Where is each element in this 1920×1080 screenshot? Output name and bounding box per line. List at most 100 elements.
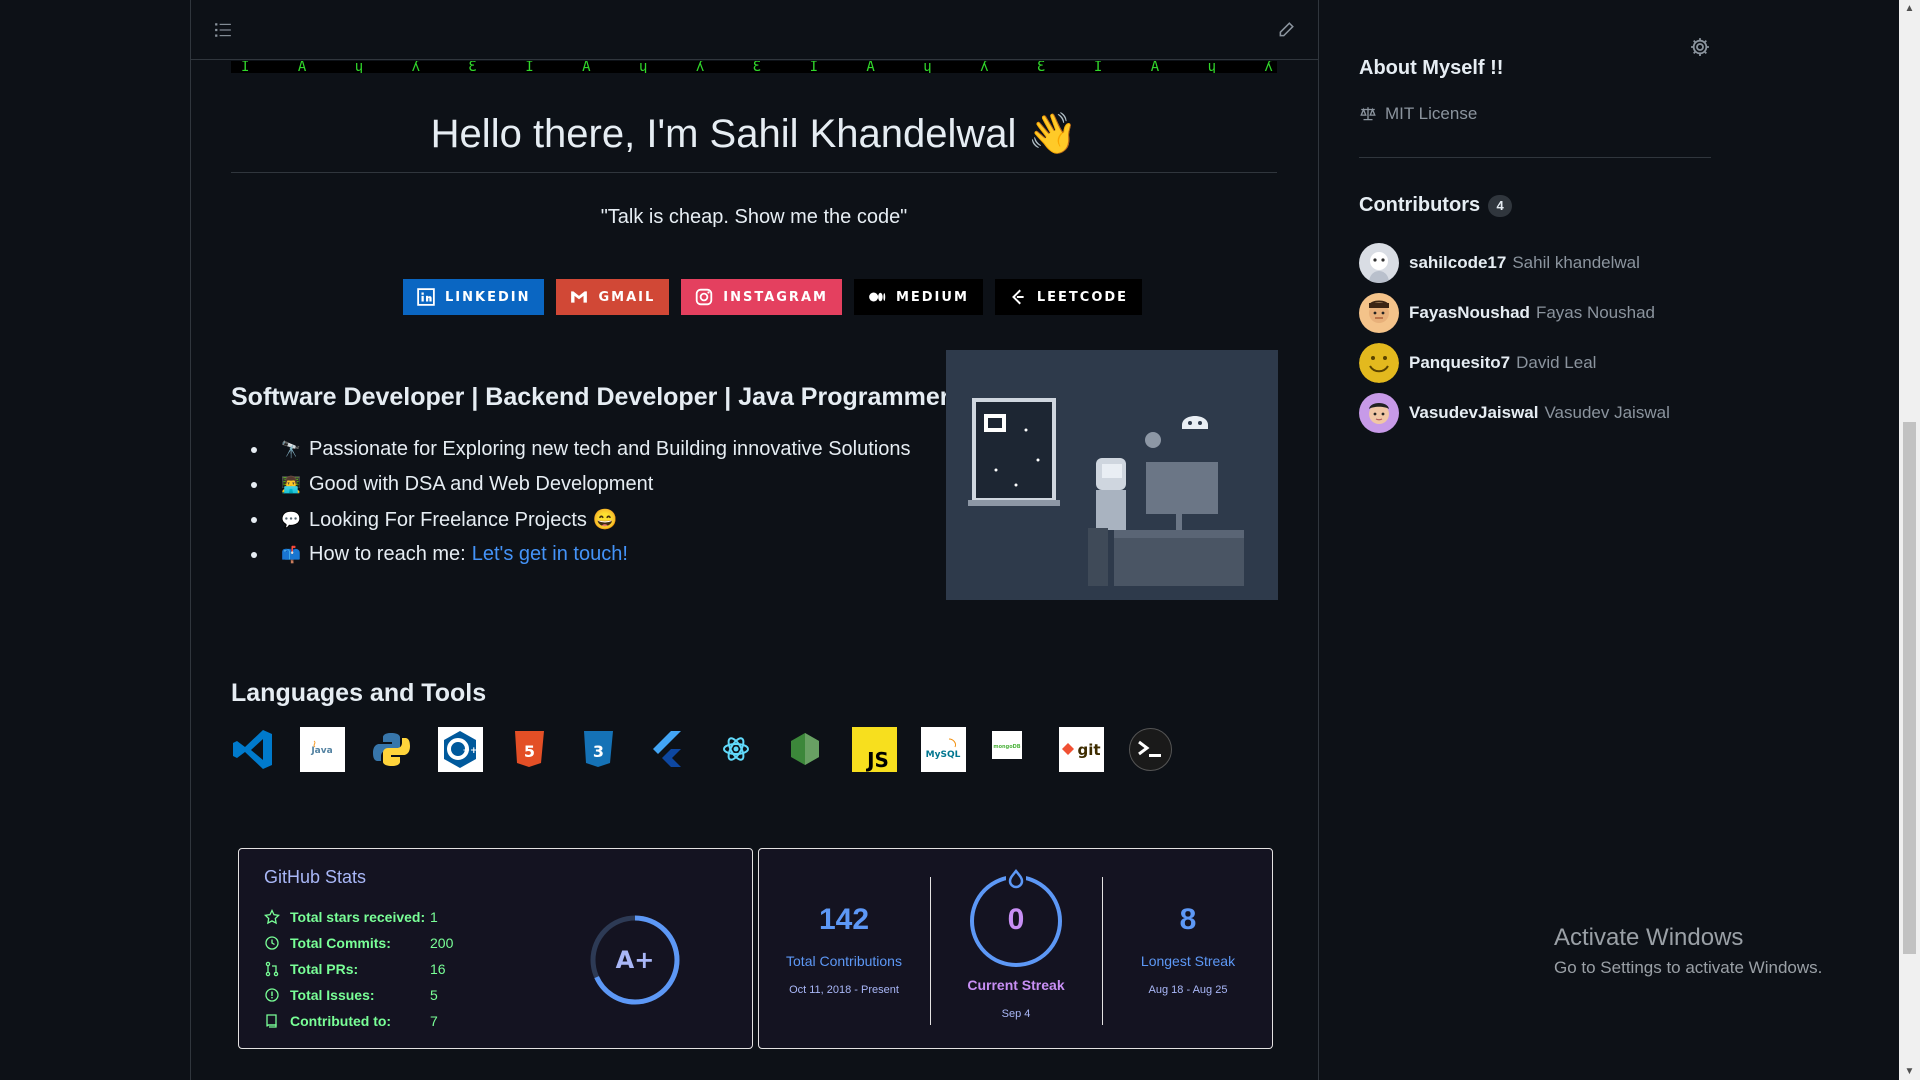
react-icon bbox=[714, 727, 759, 772]
svg-text:MySQL: MySQL bbox=[926, 750, 961, 760]
list-item: 💬 Looking For Freelance Projects 😄 bbox=[231, 502, 910, 537]
contributor-login: FayasNoushad bbox=[1409, 303, 1530, 322]
edit-pencil-icon[interactable] bbox=[1274, 18, 1298, 42]
longest-streak-range: Aug 18 - Aug 25 bbox=[1148, 984, 1228, 996]
coding-illustration bbox=[946, 350, 1278, 600]
readme-title: Hello there, I'm Sahil Khandelwal 👋 bbox=[430, 112, 1078, 156]
list-item-text: How to reach me: bbox=[309, 543, 466, 565]
activate-windows-watermark: Activate Windows Go to Settings to activ… bbox=[1554, 924, 1822, 978]
rank-circle: A+ bbox=[589, 914, 681, 1006]
contributor-login: VasudevJaiswal bbox=[1409, 403, 1539, 422]
stat-value: 1 bbox=[430, 909, 438, 925]
title-divider bbox=[231, 172, 1277, 173]
gear-icon[interactable] bbox=[1689, 36, 1711, 63]
tools-list: Java ++ 5 3 JS MySQL mongoDB git bbox=[231, 727, 1173, 772]
vscode-icon bbox=[231, 727, 276, 772]
svg-text:Java: Java bbox=[310, 746, 332, 756]
pull-request-icon bbox=[265, 961, 279, 977]
contributor-login: Panquesito7 bbox=[1409, 353, 1511, 372]
contact-link[interactable]: Let's get in touch! bbox=[472, 543, 628, 566]
linkedin-icon bbox=[417, 288, 435, 306]
list-item: 🔭 Passionate for Exploring new tech and B… bbox=[231, 432, 910, 467]
longest-streak: 8 Longest Streak Aug 18 - Aug 25 bbox=[1103, 849, 1273, 1050]
current-streak: 0 Current Streak Sep 4 bbox=[931, 849, 1101, 1050]
scroll-down-arrow-icon[interactable]: ▼ bbox=[1899, 1063, 1920, 1080]
current-streak-date: Sep 4 bbox=[1001, 1008, 1031, 1020]
gmail-badge[interactable]: GMAIL bbox=[556, 279, 670, 315]
contributor-row[interactable]: VasudevJaiswal Vasudev Jaiswal bbox=[1359, 388, 1670, 438]
contributor-name: Sahil khandelwal bbox=[1512, 253, 1640, 272]
stat-label: Total Issues: bbox=[290, 987, 375, 1003]
role-subheading: Software Developer | Backend Developer |… bbox=[231, 383, 950, 411]
contributors-heading[interactable]: Contributors 4 bbox=[1359, 194, 1513, 217]
total-contributions: 142 Total Contributions Oct 11, 2018 - P… bbox=[759, 849, 929, 1050]
table-of-contents-icon[interactable] bbox=[211, 18, 235, 42]
contributor-row[interactable]: sahilcode17 Sahil khandelwal bbox=[1359, 238, 1670, 288]
contributors-count: 4 bbox=[1488, 194, 1513, 217]
svg-text:3: 3 bbox=[593, 742, 604, 761]
svg-text:JS: JS bbox=[865, 748, 889, 772]
list-item: 👨‍💻 Good with DSA and Web Development bbox=[231, 467, 910, 502]
gmail-badge-label: GMAIL bbox=[598, 289, 656, 305]
star-icon bbox=[264, 909, 280, 925]
svg-text:++: ++ bbox=[462, 746, 477, 756]
telescope-icon: 🔭 bbox=[281, 441, 301, 459]
readme-header bbox=[191, 0, 1318, 60]
instagram-badge[interactable]: INSTAGRAM bbox=[681, 279, 842, 315]
svg-text:git: git bbox=[1077, 741, 1100, 759]
avatar bbox=[1359, 243, 1399, 283]
license-link[interactable]: MIT License bbox=[1359, 104, 1477, 124]
css3-icon: 3 bbox=[576, 727, 621, 772]
activate-windows-subtitle: Go to Settings to activate Windows. bbox=[1554, 958, 1823, 977]
matrix-banner: I A ɥ ʎ Ɛ I A ɥ ʎ Ɛ I A ɥ ʎ Ɛ I A ɥ ʎ Ɛ … bbox=[231, 61, 1277, 73]
intro-list: 🔭 Passionate for Exploring new tech and B… bbox=[231, 432, 910, 572]
contributor-row[interactable]: FayasNoushad Fayas Noushad bbox=[1359, 288, 1670, 338]
contributor-login: sahilcode17 bbox=[1409, 253, 1507, 272]
social-badges: LINKEDIN GMAIL INSTAGRAM MEDIUM LEETCODE bbox=[403, 279, 1143, 315]
avatar bbox=[1359, 343, 1399, 383]
total-contributions-range: Oct 11, 2018 - Present bbox=[789, 984, 899, 996]
list-item-text: Good with DSA and Web Development bbox=[309, 473, 654, 495]
avatar bbox=[1359, 293, 1399, 333]
linkedin-badge-label: LINKEDIN bbox=[445, 289, 531, 305]
flutter-icon bbox=[645, 727, 690, 772]
about-title: About Myself !! bbox=[1359, 57, 1504, 79]
contributor-row[interactable]: Panquesito7 David Leal bbox=[1359, 338, 1670, 388]
list-item: 📫 How to reach me: Let's get in touch! bbox=[231, 537, 910, 572]
total-contributions-value: 142 bbox=[818, 903, 870, 936]
github-stats-title: GitHub Stats bbox=[264, 867, 367, 887]
leetcode-badge-label: LEETCODE bbox=[1036, 289, 1129, 305]
mongodb-icon: mongoDB bbox=[990, 727, 1035, 772]
medium-badge-label: MEDIUM bbox=[895, 289, 969, 305]
github-stats-rows: Total stars received: 1 Total Commits: 2… bbox=[264, 904, 453, 1034]
scrollbar-thumb[interactable] bbox=[1903, 422, 1916, 954]
stat-label: Contributed to: bbox=[290, 1013, 392, 1029]
stat-label: Total stars received: bbox=[290, 909, 426, 925]
page-scrollbar[interactable]: ▲ ▼ bbox=[1899, 0, 1920, 1080]
leetcode-badge[interactable]: LEETCODE bbox=[994, 279, 1143, 315]
stat-row-contributed: Contributed to: 7 bbox=[264, 1008, 453, 1034]
activate-windows-title: Activate Windows bbox=[1554, 924, 1744, 951]
linkedin-badge[interactable]: LINKEDIN bbox=[403, 279, 545, 315]
stat-row-stars: Total stars received: 1 bbox=[264, 904, 453, 930]
stat-row-issues: Total Issues: 5 bbox=[264, 982, 453, 1008]
scroll-up-arrow-icon[interactable]: ▲ bbox=[1899, 0, 1920, 17]
stat-row-commits: Total Commits: 200 bbox=[264, 930, 453, 956]
law-icon bbox=[1360, 107, 1376, 121]
terminal-icon bbox=[1128, 727, 1173, 772]
svg-text:mongoDB: mongoDB bbox=[993, 744, 1020, 750]
instagram-icon bbox=[696, 288, 713, 306]
list-item-text: Passionate for Exploring new tech and Bu… bbox=[309, 438, 911, 460]
medium-badge[interactable]: MEDIUM bbox=[853, 279, 983, 315]
streak-stats-card: 142 Total Contributions Oct 11, 2018 - P… bbox=[758, 848, 1273, 1049]
readme-quote: "Talk is cheap. Show me the code" bbox=[600, 206, 908, 228]
contributor-name: Fayas Noushad bbox=[1535, 303, 1656, 322]
rank-grade: A+ bbox=[616, 946, 655, 974]
about-sidebar: About Myself !! MIT License Contributors… bbox=[1359, 0, 1711, 1080]
mysql-icon: MySQL bbox=[921, 727, 966, 772]
nodejs-icon bbox=[783, 727, 828, 772]
contributor-name: Vasudev Jaiswal bbox=[1544, 403, 1670, 422]
sidebar-divider bbox=[1359, 157, 1711, 158]
total-contributions-label: Total Contributions bbox=[786, 953, 902, 969]
contributors-list: sahilcode17 Sahil khandelwal FayasNousha… bbox=[1359, 238, 1670, 438]
